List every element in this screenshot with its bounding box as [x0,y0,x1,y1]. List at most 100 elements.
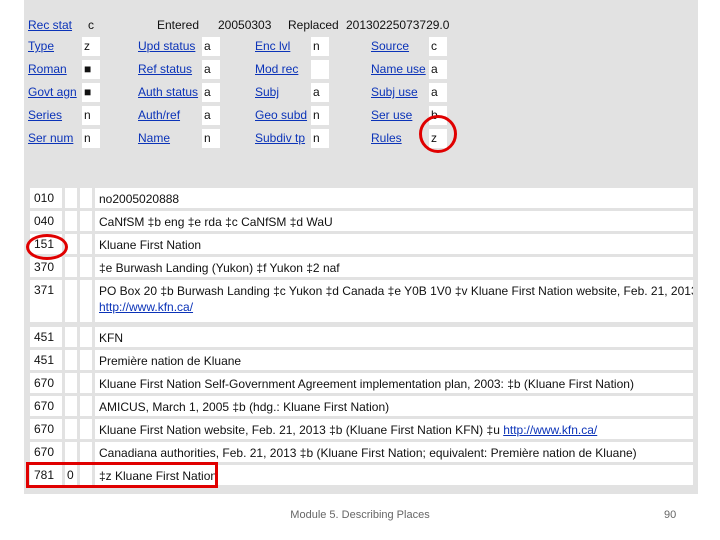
indicator-1[interactable] [65,419,77,439]
marc-field-row: 670 Kluane First Nation Self-Government A… [24,373,698,393]
fixed-field-value[interactable]: ■ [82,83,100,102]
field-url-link[interactable]: http://www.kfn.ca/ [503,423,597,437]
field-text: Kluane First Nation [99,238,202,252]
field-tag[interactable]: 670 [30,396,62,416]
field-text: Première nation de Kluane [99,354,242,368]
fixed-field-value[interactable]: a [202,83,220,102]
indicator-2[interactable] [80,396,92,416]
fixed-field-label[interactable]: Subj use [371,85,418,99]
fixed-field-label[interactable]: Upd status [138,39,195,53]
field-781-highlight-box [26,462,218,488]
fixed-field-value[interactable]: n [311,106,329,125]
fixed-field-label[interactable]: Ser use [371,108,412,122]
fixed-field-label[interactable]: Series [28,108,62,122]
indicator-2[interactable] [80,442,92,462]
fixed-field-value[interactable]: a [202,106,220,125]
fixed-field-value[interactable]: a [311,83,329,102]
fixed-field-value[interactable]: a [202,60,220,79]
field-data[interactable]: CaNfSM ‡b eng ‡e rda ‡c CaNfSM ‡d WaU [95,211,693,231]
fixed-field-label[interactable]: Ser num [28,131,73,145]
indicator-1[interactable] [65,396,77,416]
entered-label: Entered [157,18,200,32]
indicator-1[interactable] [65,257,77,277]
field-tag[interactable]: 040 [30,211,62,231]
field-data[interactable]: ‡e Burwash Landing (Yukon) ‡f Yukon ‡2 n… [95,257,693,277]
indicator-2[interactable] [80,234,92,254]
field-data[interactable]: Première nation de Kluane [95,350,693,370]
fixed-field-label[interactable]: Name [138,131,170,145]
rec-stat-label[interactable]: Rec stat [28,18,72,32]
fixed-field-label[interactable]: Subj [255,85,279,99]
field-url-link[interactable]: http://www.kfn.ca/ [99,300,193,314]
indicator-2[interactable] [80,350,92,370]
fixed-field-label[interactable]: Auth/ref [138,108,180,122]
field-text: Kluane First Nation website, Feb. 21, 20… [99,423,504,437]
fixed-field-value[interactable]: a [429,83,447,102]
field-data[interactable]: Canadiana authorities, Feb. 21, 2013 ‡b … [95,442,693,462]
field-data[interactable]: Kluane First Nation Self-Government Agre… [95,373,693,393]
marc-field-row: 370 ‡e Burwash Landing (Yukon) ‡f Yukon ‡… [24,257,698,277]
indicator-2[interactable] [80,373,92,393]
fixed-field-value[interactable]: c [429,37,447,56]
field-data[interactable]: Kluane First Nation [95,234,693,254]
field-tag[interactable]: 010 [30,188,62,208]
field-tag[interactable]: 451 [30,350,62,370]
fixed-field-label[interactable]: Ref status [138,62,192,76]
indicator-2[interactable] [80,188,92,208]
fixed-field-label[interactable]: Geo subd [255,108,307,122]
fixed-field-label[interactable]: Type [28,39,54,53]
field-tag[interactable]: 670 [30,373,62,393]
field-data[interactable]: no2005020888 [95,188,693,208]
indicator-2[interactable] [80,280,92,322]
fixed-field-label[interactable]: Rules [371,131,402,145]
fixed-field-value[interactable]: z [82,37,100,56]
fixed-field-row: Roman ■ Ref status a Mod rec Name use a [24,59,698,81]
indicator-1[interactable] [65,373,77,393]
fixed-field-value[interactable]: n [311,129,329,148]
indicator-2[interactable] [80,327,92,347]
field-text: KFN [99,331,123,345]
field-tag[interactable]: 370 [30,257,62,277]
fixed-field-value[interactable]: a [429,60,447,79]
marc-field-row: 670 Canadiana authorities, Feb. 21, 2013 … [24,442,698,462]
field-data[interactable]: Kluane First Nation website, Feb. 21, 20… [95,419,693,439]
fixed-field-value[interactable]: a [202,37,220,56]
rec-stat-value[interactable]: c [88,18,94,32]
indicator-1[interactable] [65,350,77,370]
field-data[interactable]: PO Box 20 ‡b Burwash Landing ‡c Yukon ‡d… [95,280,693,322]
fixed-field-label[interactable]: Roman [28,62,67,76]
indicator-1[interactable] [65,327,77,347]
fixed-field-label[interactable]: Source [371,39,409,53]
field-tag[interactable]: 371 [30,280,62,322]
indicator-1[interactable] [65,188,77,208]
indicator-2[interactable] [80,419,92,439]
field-text: CaNfSM ‡b eng ‡e rda ‡c CaNfSM ‡d WaU [99,215,333,229]
field-tag[interactable]: 670 [30,419,62,439]
fixed-field-value[interactable]: n [202,129,220,148]
marc-field-row: 010 no2005020888 [24,188,698,208]
fixed-field-value[interactable]: n [311,37,329,56]
marc-field-row: 151 Kluane First Nation [24,234,698,254]
indicator-1[interactable] [65,442,77,462]
field-data[interactable]: AMICUS, March 1, 2005 ‡b (hdg.: Kluane F… [95,396,693,416]
indicator-2[interactable] [80,257,92,277]
fixed-field-label[interactable]: Subdiv tp [255,131,305,145]
replaced-label: Replaced [288,18,339,32]
fixed-field-label[interactable]: Mod rec [255,62,298,76]
field-tag[interactable]: 670 [30,442,62,462]
fixed-field-label[interactable]: Enc lvl [255,39,290,53]
fixed-field-label[interactable]: Auth status [138,85,198,99]
fixed-field-label[interactable]: Name use [371,62,426,76]
slide-page-number: 90 [664,509,677,521]
indicator-2[interactable] [80,211,92,231]
field-tag[interactable]: 451 [30,327,62,347]
fixed-field-value[interactable] [311,60,329,79]
fixed-field-value[interactable]: ■ [82,60,100,79]
field-data[interactable]: KFN [95,327,693,347]
indicator-1[interactable] [65,280,77,322]
fixed-field-value[interactable]: n [82,129,100,148]
indicator-1[interactable] [65,211,77,231]
fixed-field-row: Govt agn ■ Auth status a Subj a Subj use a [24,82,698,104]
fixed-field-label[interactable]: Govt agn [28,85,77,99]
fixed-field-value[interactable]: n [82,106,100,125]
